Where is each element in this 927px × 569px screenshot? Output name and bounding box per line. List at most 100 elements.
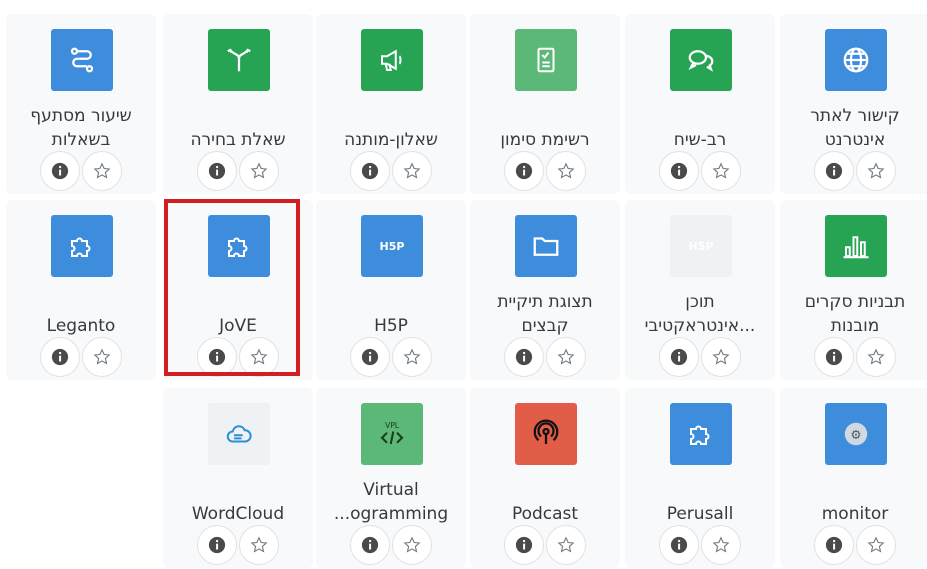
monitor-icon[interactable]: ⚙ (825, 403, 887, 465)
star-button[interactable] (82, 337, 122, 377)
activity-name[interactable]: תבניות סקרים מובנות (784, 284, 926, 338)
activity-label: תבניות סקרים מובנות (804, 292, 906, 336)
star-button[interactable] (856, 151, 896, 191)
info-button[interactable] (659, 151, 699, 191)
checklist-icon[interactable] (515, 29, 577, 91)
h5p-icon[interactable]: H5P (670, 215, 732, 277)
info-button[interactable] (504, 525, 544, 565)
info-button[interactable] (350, 525, 390, 565)
activity-name[interactable]: WordCloud (167, 472, 309, 526)
info-button[interactable] (40, 151, 80, 191)
info-button[interactable] (504, 151, 544, 191)
activity-name[interactable]: תוכן אינטראקטיבי... (629, 284, 771, 338)
activity-actions (625, 525, 775, 565)
star-button[interactable] (701, 151, 741, 191)
puzzle-icon[interactable] (51, 215, 113, 277)
star-icon (250, 162, 268, 179)
info-button[interactable] (659, 337, 699, 377)
info-icon (825, 536, 843, 554)
activity-card[interactable]: שיעור מסתעף בשאלות (6, 14, 156, 194)
fork-icon[interactable] (208, 29, 270, 91)
vpl-icon[interactable]: VPL (361, 403, 423, 465)
activity-actions (470, 151, 620, 191)
info-button[interactable] (197, 337, 237, 377)
activity-card[interactable]: רשימת סימון (470, 14, 620, 194)
activity-card[interactable]: Podcast (470, 388, 620, 568)
activity-card[interactable]: H5P H5P (316, 200, 466, 380)
activity-card[interactable]: שאלון-מותנה (316, 14, 466, 194)
podcast-icon[interactable] (515, 403, 577, 465)
activity-card[interactable]: קישור לאתר אינטרנט (780, 14, 927, 194)
folder-icon[interactable] (515, 215, 577, 277)
activity-name[interactable]: שאלת בחירה (167, 98, 309, 152)
star-button[interactable] (392, 151, 432, 191)
info-button[interactable] (197, 525, 237, 565)
star-button[interactable] (546, 337, 586, 377)
activity-card[interactable]: WordCloud (163, 388, 313, 568)
activity-name[interactable]: Podcast (474, 472, 616, 526)
star-button[interactable] (82, 151, 122, 191)
info-icon (825, 348, 843, 366)
activity-card[interactable]: רב-שיח (625, 14, 775, 194)
activity-name[interactable]: רב-שיח (629, 98, 771, 152)
activity-name[interactable]: JoVE (167, 284, 309, 338)
activity-name[interactable]: רשימת סימון (474, 98, 616, 152)
branch-path-icon[interactable] (51, 29, 113, 91)
star-icon (557, 348, 575, 365)
info-button[interactable] (350, 151, 390, 191)
activity-chooser-grid: קישור לאתר אינטרנט רב-שיח רשימת סימון שאלון… (0, 0, 927, 569)
megaphone-icon[interactable] (361, 29, 423, 91)
info-button[interactable] (40, 337, 80, 377)
activity-card[interactable]: Leganto (6, 200, 156, 380)
info-button[interactable] (814, 525, 854, 565)
star-icon (867, 348, 885, 365)
star-button[interactable] (856, 337, 896, 377)
activity-actions (780, 337, 927, 377)
info-button[interactable] (504, 337, 544, 377)
star-button[interactable] (856, 525, 896, 565)
star-button[interactable] (239, 525, 279, 565)
bar-chart-icon[interactable] (825, 215, 887, 277)
activity-name[interactable]: קישור לאתר אינטרנט (784, 98, 926, 152)
h5p-icon[interactable]: H5P (361, 215, 423, 277)
activity-name[interactable]: שיעור מסתעף בשאלות (10, 98, 152, 152)
star-button[interactable] (546, 525, 586, 565)
activity-name[interactable]: H5P (320, 284, 462, 338)
activity-card[interactable]: תבניות סקרים מובנות (780, 200, 927, 380)
activity-name[interactable]: Perusall (629, 472, 771, 526)
activity-card[interactable]: VPL Virtual ...ogramming (316, 388, 466, 568)
info-button[interactable] (197, 151, 237, 191)
info-icon (670, 536, 688, 554)
star-button[interactable] (701, 337, 741, 377)
star-button[interactable] (546, 151, 586, 191)
puzzle-icon[interactable] (208, 215, 270, 277)
star-button[interactable] (392, 337, 432, 377)
chat-icon[interactable] (670, 29, 732, 91)
activity-name[interactable]: monitor (784, 472, 926, 526)
star-button[interactable] (392, 525, 432, 565)
globe-icon[interactable] (825, 29, 887, 91)
activity-card[interactable]: תצוגת תיקיית קבצים (470, 200, 620, 380)
info-icon (670, 162, 688, 180)
activity-name[interactable]: שאלון-מותנה (320, 98, 462, 152)
activity-card[interactable]: H5P תוכן אינטראקטיבי... (625, 200, 775, 380)
puzzle-icon[interactable] (670, 403, 732, 465)
activity-name[interactable]: תצוגת תיקיית קבצים (474, 284, 616, 338)
activity-card[interactable]: Perusall (625, 388, 775, 568)
info-button[interactable] (659, 525, 699, 565)
activity-card[interactable]: JoVE (163, 200, 313, 380)
info-button[interactable] (814, 337, 854, 377)
activity-name[interactable]: Virtual ...ogramming (320, 472, 462, 526)
activity-actions (780, 151, 927, 191)
star-button[interactable] (239, 151, 279, 191)
activity-card[interactable]: ⚙ monitor (780, 388, 927, 568)
activity-card[interactable]: שאלת בחירה (163, 14, 313, 194)
star-button[interactable] (701, 525, 741, 565)
star-icon (557, 536, 575, 553)
svg-text:H5P: H5P (689, 240, 714, 253)
info-button[interactable] (350, 337, 390, 377)
cloud-icon[interactable] (208, 403, 270, 465)
star-button[interactable] (239, 337, 279, 377)
info-button[interactable] (814, 151, 854, 191)
activity-name[interactable]: Leganto (10, 284, 152, 338)
